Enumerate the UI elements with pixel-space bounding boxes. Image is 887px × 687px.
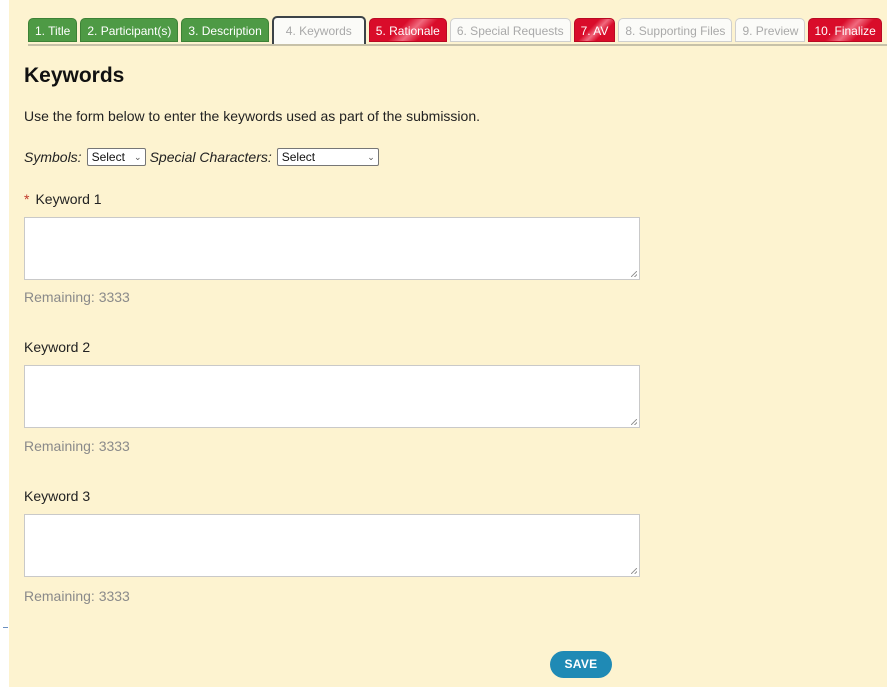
keyword-3-input[interactable] (24, 514, 640, 577)
tab-av[interactable]: 7. AV (573, 18, 616, 42)
save-button[interactable]: SAVE (550, 651, 612, 678)
resize-grip-icon[interactable] (631, 419, 637, 425)
keyword-1-input[interactable] (24, 217, 640, 280)
symbols-label: Symbols: (24, 149, 82, 165)
keyword-3-label: Keyword 3 (24, 488, 91, 504)
page-edge-mark (3, 627, 8, 628)
special-characters-select-value: Select (281, 150, 316, 164)
tab-keywords[interactable]: 4. Keywords (271, 16, 366, 44)
tab-rationale[interactable]: 5. Rationale (368, 18, 447, 42)
resize-grip-icon[interactable] (631, 271, 637, 277)
tab-description[interactable]: 3. Description (181, 18, 269, 42)
tab-title[interactable]: 1. Title (28, 18, 78, 42)
symbols-select-value: Select (91, 150, 125, 164)
chevron-down-icon: ⌄ (134, 151, 142, 162)
tab-supporting-files[interactable]: 8. Supporting Files (618, 18, 733, 42)
keyword-1-label-text: Keyword 1 (35, 191, 102, 207)
keyword-1-remaining: Remaining: 3333 (24, 289, 130, 305)
required-marker: * (24, 191, 30, 207)
resize-grip-icon[interactable] (631, 568, 637, 574)
keyword-1-label: * Keyword 1 (24, 191, 102, 207)
symbols-select[interactable]: Select ⌄ (86, 148, 146, 166)
step-tabs: 1. Title 2. Participant(s) 3. Descriptio… (28, 14, 887, 46)
page-title: Keywords (24, 64, 125, 87)
keyword-2-remaining: Remaining: 3333 (24, 438, 130, 454)
symbols-row: Symbols: Select ⌄ Special Characters: Se… (24, 147, 383, 167)
special-characters-select[interactable]: Select ⌄ (276, 148, 379, 166)
tab-finalize[interactable]: 10. Finalize (808, 18, 882, 42)
intro-text: Use the form below to enter the keywords… (24, 108, 481, 124)
keyword-2-label: Keyword 2 (24, 339, 91, 355)
chevron-down-icon: ⌄ (367, 151, 375, 162)
special-characters-label: Special Characters: (149, 149, 272, 165)
submission-form-page: 1. Title 2. Participant(s) 3. Descriptio… (9, 0, 887, 687)
keyword-2-input[interactable] (24, 365, 640, 428)
keyword-3-remaining: Remaining: 3333 (24, 588, 130, 604)
tab-preview[interactable]: 9. Preview (735, 18, 806, 42)
tab-special-requests[interactable]: 6. Special Requests (449, 18, 571, 42)
tab-participants[interactable]: 2. Participant(s) (80, 18, 179, 42)
